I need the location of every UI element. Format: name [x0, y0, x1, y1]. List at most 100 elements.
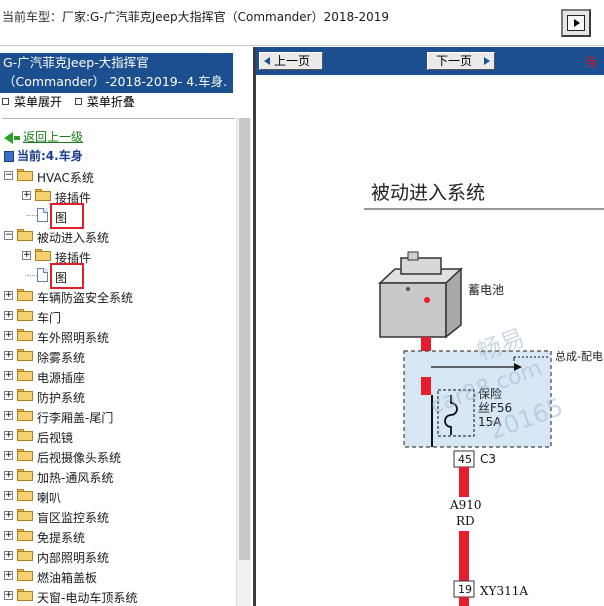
divider-line — [2, 118, 235, 119]
battery-icon — [378, 251, 463, 339]
folder-icon — [17, 569, 33, 581]
connector-xy311a-pin-num: 19 — [458, 583, 472, 596]
wiring-diagram: 被动进入系统 蓄电池 总成-配电 保险 丝F56 15A 45 C3 A910 … — [256, 75, 604, 606]
expand-toggle-icon[interactable]: + — [4, 431, 13, 440]
scrollbar-thumb[interactable] — [239, 118, 250, 560]
computer-icon — [4, 151, 14, 162]
expand-toggle-icon[interactable]: + — [4, 291, 13, 300]
folder-icon — [17, 549, 33, 561]
expand-toggle-icon[interactable]: + — [4, 511, 13, 520]
next-page-label: 下一页 — [436, 54, 473, 68]
tree-folder-item[interactable]: + 行李厢盖-尾门 — [0, 406, 236, 426]
left-triangle-icon — [264, 57, 270, 65]
tree-item-label: 电源插座 — [37, 371, 86, 385]
tree-folder-item[interactable]: + 天窗-电动车顶系统 — [0, 586, 236, 606]
collapse-toggle-icon[interactable]: − — [4, 231, 13, 240]
tree-item-label: 盲区监控系统 — [37, 511, 110, 525]
tree-folder-item[interactable]: + 防护系统 — [0, 386, 236, 406]
expand-toggle-icon[interactable]: + — [22, 251, 31, 260]
folder-icon — [17, 469, 33, 481]
folder-icon — [17, 589, 33, 601]
folder-icon — [17, 369, 33, 381]
folder-icon — [17, 289, 33, 301]
back-link-label: 返回上一级 — [23, 130, 84, 144]
tree-folder-item[interactable]: + 燃油箱盖板 — [0, 566, 236, 586]
menu-collapse-link[interactable]: 菜单折叠 — [87, 95, 135, 109]
connector-c3-pin-num: 45 — [458, 453, 472, 466]
tree-scrollbar[interactable] — [236, 118, 251, 606]
bullet-icon — [74, 98, 82, 105]
tree-folder-item[interactable]: − 被动进入系统 — [0, 226, 236, 246]
folder-icon — [17, 529, 33, 541]
expand-toggle-icon[interactable]: + — [4, 591, 13, 600]
top-bar: 当前车型：厂家:G-广汽菲克Jeep大指挥官（Commander）2018-20… — [0, 0, 604, 46]
tree-folder-item[interactable]: + 电源插座 — [0, 366, 236, 386]
expand-toggle-icon[interactable]: + — [22, 191, 31, 200]
model-header: G-广汽菲克Jeep-大指挥官 （Commander）-2018-2019- 4… — [0, 53, 233, 93]
tree-folder-item[interactable]: + 接插件 — [0, 186, 236, 206]
tree-folder-item[interactable]: + 车辆防盗安全系统 — [0, 286, 236, 306]
back-link[interactable]: 返回上一级 — [4, 128, 83, 145]
menu-expand-link[interactable]: 菜单展开 — [14, 95, 62, 109]
current-model-text: 当前车型：厂家:G-广汽菲克Jeep大指挥官（Commander）2018-20… — [2, 8, 389, 25]
expand-toggle-icon[interactable]: + — [4, 491, 13, 500]
connector-xy311a-label: XY311A — [480, 584, 528, 598]
expand-toggle-icon[interactable]: + — [4, 351, 13, 360]
battery-label: 蓄电池 — [468, 283, 504, 297]
model-header-line1: G-广汽菲克Jeep-大指挥官 — [3, 55, 149, 70]
expand-toggle-icon[interactable]: + — [4, 391, 13, 400]
expand-toggle-icon[interactable]: + — [4, 451, 13, 460]
current-location: 当前:4.车身 — [4, 147, 83, 164]
wire-id: A910 — [449, 498, 482, 512]
tree-folder-item[interactable]: + 内部照明系统 — [0, 546, 236, 566]
tree-folder-item[interactable]: + 车门 — [0, 306, 236, 326]
folder-icon — [17, 449, 33, 461]
tree-item-label: 免提系统 — [37, 531, 86, 545]
tree-item-label: 后视摄像头系统 — [37, 451, 122, 465]
tree-item-label: 加热-通风系统 — [37, 471, 114, 485]
folder-icon — [17, 169, 33, 181]
expand-toggle-icon[interactable]: + — [4, 571, 13, 580]
prev-page-label: 上一页 — [274, 54, 311, 68]
tree-folder-item[interactable]: + 接插件 — [0, 246, 236, 266]
wire-a910-lower — [459, 531, 469, 581]
tree-item-label: 天窗-电动车顶系统 — [37, 591, 138, 605]
tree-folder-item[interactable]: − HVAC系统 — [0, 166, 236, 186]
right-triangle-icon — [484, 57, 490, 65]
red-tag-text: 当 — [585, 55, 598, 69]
tree-folder-item[interactable]: + 除雾系统 — [0, 346, 236, 366]
expand-toggle-icon[interactable]: + — [4, 471, 13, 480]
collapse-toggle-icon[interactable]: − — [4, 171, 13, 180]
expand-toggle-icon[interactable]: + — [4, 411, 13, 420]
folder-icon — [17, 489, 33, 501]
page-nav-bar: 上一页 下一页 当 — [256, 47, 604, 75]
tree-item-label: 后视镜 — [37, 431, 74, 445]
diagram-title: 被动进入系统 — [371, 182, 485, 204]
tree-folder-item[interactable]: + 加热-通风系统 — [0, 466, 236, 486]
toggle-panel-button[interactable] — [561, 9, 591, 37]
tree-doc-item[interactable]: 图 — [0, 263, 236, 289]
tree-item-label: 车门 — [37, 311, 62, 325]
bullet-icon — [2, 98, 9, 105]
expand-toggle-icon[interactable]: + — [4, 531, 13, 540]
folder-icon — [17, 389, 33, 401]
menu-toggle-row: 菜单展开 菜单折叠 — [2, 93, 144, 110]
tree-folder-item[interactable]: + 后视镜 — [0, 426, 236, 446]
tree-folder-item[interactable]: + 免提系统 — [0, 526, 236, 546]
prev-page-button[interactable]: 上一页 — [259, 52, 323, 70]
expand-toggle-icon[interactable]: + — [4, 551, 13, 560]
current-model-value: 厂家:G-广汽菲克Jeep大指挥官（Commander）2018-2019 — [62, 10, 390, 24]
tree-doc-item[interactable]: 图 — [0, 203, 236, 229]
tree-folder-item[interactable]: + 后视摄像头系统 — [0, 446, 236, 466]
tree-folder-item[interactable]: + 喇叭 — [0, 486, 236, 506]
expand-toggle-icon[interactable]: + — [4, 331, 13, 340]
folder-icon — [17, 329, 33, 341]
folder-icon — [17, 429, 33, 441]
tree-item-label: 内部照明系统 — [37, 551, 110, 565]
expand-toggle-icon[interactable]: + — [4, 311, 13, 320]
folder-icon — [17, 229, 33, 241]
tree-folder-item[interactable]: + 盲区监控系统 — [0, 506, 236, 526]
next-page-button[interactable]: 下一页 — [427, 52, 495, 70]
expand-toggle-icon[interactable]: + — [4, 371, 13, 380]
tree-folder-item[interactable]: + 车外照明系统 — [0, 326, 236, 346]
